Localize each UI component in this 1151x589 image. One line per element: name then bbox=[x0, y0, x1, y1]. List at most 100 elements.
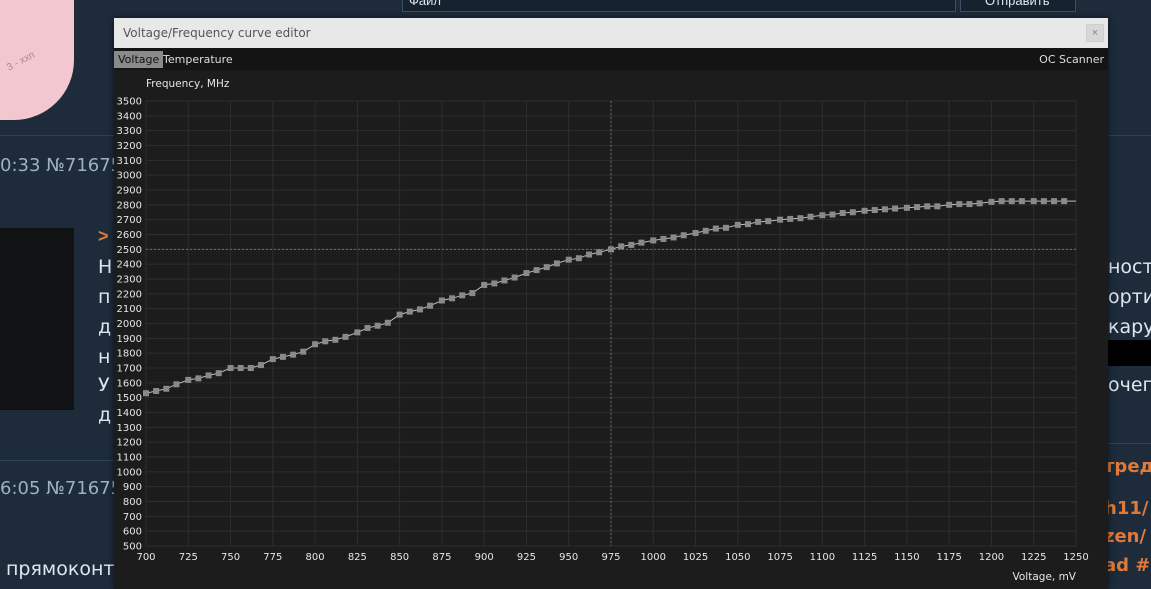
curve-point[interactable] bbox=[755, 218, 762, 225]
curve-point[interactable] bbox=[1030, 198, 1037, 205]
curve-point[interactable] bbox=[586, 251, 593, 258]
curve-point[interactable] bbox=[819, 212, 826, 219]
curve-point[interactable] bbox=[660, 235, 667, 242]
curve-point[interactable] bbox=[680, 232, 687, 239]
curve-point[interactable] bbox=[511, 274, 518, 281]
curve-point[interactable] bbox=[205, 372, 212, 379]
curve-point[interactable] bbox=[364, 324, 371, 331]
curve-point[interactable] bbox=[195, 375, 202, 382]
curve-point[interactable] bbox=[956, 201, 963, 208]
curve-point[interactable] bbox=[332, 336, 339, 343]
curve-point[interactable] bbox=[290, 351, 297, 358]
curve-point[interactable] bbox=[247, 365, 254, 371]
curve-point[interactable] bbox=[871, 207, 878, 214]
curve-point[interactable] bbox=[1061, 198, 1068, 205]
curve-point[interactable] bbox=[163, 385, 170, 392]
curve-point[interactable] bbox=[608, 246, 614, 253]
curve-point[interactable] bbox=[459, 292, 466, 299]
curve-point[interactable] bbox=[257, 362, 264, 369]
curve-point[interactable] bbox=[384, 319, 391, 326]
curve-point[interactable] bbox=[807, 213, 814, 220]
curve-point[interactable] bbox=[903, 204, 910, 211]
curve-point[interactable] bbox=[269, 356, 276, 363]
curve-point[interactable] bbox=[861, 207, 868, 214]
vf-curve-chart[interactable]: Frequency, MHz Voltage, mV 500 600 700 800 9… bbox=[114, 70, 1108, 589]
curve-point[interactable] bbox=[354, 329, 361, 336]
background-send-button[interactable]: Отправить bbox=[960, 0, 1076, 12]
curve-point[interactable] bbox=[227, 365, 234, 371]
background-link[interactable]: ad #4 bbox=[1104, 555, 1151, 576]
curve-point[interactable] bbox=[829, 211, 836, 218]
curve-point[interactable] bbox=[934, 203, 941, 210]
curve-point[interactable] bbox=[1018, 198, 1025, 205]
curve-point[interactable] bbox=[416, 306, 423, 313]
curve-point[interactable] bbox=[406, 308, 413, 315]
curve-point[interactable] bbox=[215, 370, 222, 377]
curve-point[interactable] bbox=[342, 333, 349, 340]
curve-point[interactable] bbox=[1040, 198, 1047, 205]
curve-point[interactable] bbox=[396, 311, 403, 318]
curve-point[interactable] bbox=[628, 241, 635, 248]
background-file-input[interactable]: Файл bbox=[402, 0, 956, 12]
curve-point[interactable] bbox=[533, 267, 540, 274]
curve-point[interactable] bbox=[322, 338, 329, 345]
curve-point[interactable] bbox=[618, 243, 625, 250]
background-link[interactable]: h11/ bbox=[1104, 498, 1148, 519]
curve-point[interactable] bbox=[787, 215, 794, 222]
curve-point[interactable] bbox=[173, 381, 180, 388]
curve-point[interactable] bbox=[849, 209, 856, 216]
curve-point[interactable] bbox=[427, 302, 434, 309]
curve-point[interactable] bbox=[924, 203, 931, 210]
curve-point[interactable] bbox=[374, 322, 381, 329]
curve-point[interactable] bbox=[501, 277, 508, 284]
curve-point[interactable] bbox=[481, 281, 488, 288]
curve-point[interactable] bbox=[469, 290, 476, 297]
curve-point[interactable] bbox=[777, 216, 784, 223]
curve-point[interactable] bbox=[892, 205, 899, 212]
curve-point[interactable] bbox=[143, 390, 149, 397]
background-post-header[interactable]: 0:33 №71675 bbox=[0, 155, 122, 176]
curve-point[interactable] bbox=[765, 218, 772, 225]
curve-point[interactable] bbox=[692, 230, 699, 237]
curve-point[interactable] bbox=[914, 204, 921, 211]
background-link[interactable]: zen/ bbox=[1104, 526, 1146, 547]
curve-point[interactable] bbox=[185, 376, 192, 383]
curve-point[interactable] bbox=[966, 201, 973, 208]
curve-point[interactable] bbox=[300, 348, 307, 355]
curve-point[interactable] bbox=[543, 264, 550, 271]
close-button[interactable]: × bbox=[1086, 24, 1104, 42]
curve-point[interactable] bbox=[312, 341, 319, 348]
curve-point[interactable] bbox=[638, 239, 645, 246]
curve-point[interactable] bbox=[839, 209, 846, 216]
curve-point[interactable] bbox=[946, 201, 953, 208]
curve-point[interactable] bbox=[744, 221, 751, 228]
tab-temperature[interactable]: Temperature bbox=[159, 51, 237, 68]
curve-point[interactable] bbox=[237, 365, 244, 371]
curve-point[interactable] bbox=[988, 198, 995, 205]
curve-point[interactable] bbox=[712, 225, 719, 232]
curve-point[interactable] bbox=[565, 256, 572, 263]
curve-point[interactable] bbox=[702, 227, 709, 234]
tab-voltage[interactable]: Voltage bbox=[114, 51, 164, 68]
curve-point[interactable] bbox=[976, 200, 983, 207]
curve-point[interactable] bbox=[449, 295, 456, 302]
curve-point[interactable] bbox=[491, 280, 498, 287]
background-thumbnail[interactable] bbox=[0, 228, 74, 410]
background-link[interactable]: тред bbox=[1104, 456, 1151, 477]
oc-scanner-button[interactable]: OC Scanner bbox=[1039, 51, 1104, 68]
curve-point[interactable] bbox=[881, 206, 888, 213]
curve-point[interactable] bbox=[596, 249, 603, 256]
window-titlebar[interactable]: Voltage/Frequency curve editor × bbox=[114, 18, 1108, 48]
curve-point[interactable] bbox=[1051, 198, 1058, 205]
background-post-header[interactable]: 6:05 №71675 bbox=[0, 478, 122, 499]
curve-point[interactable] bbox=[523, 270, 530, 277]
curve-point[interactable] bbox=[553, 260, 560, 267]
curve-point[interactable] bbox=[153, 387, 160, 394]
curve-point[interactable] bbox=[734, 221, 741, 228]
curve-point[interactable] bbox=[1008, 198, 1015, 205]
curve-point[interactable] bbox=[670, 234, 677, 241]
curve-point[interactable] bbox=[722, 224, 729, 231]
curve-point[interactable] bbox=[575, 255, 582, 262]
curve-point[interactable] bbox=[279, 353, 286, 360]
curve-point[interactable] bbox=[797, 215, 804, 222]
